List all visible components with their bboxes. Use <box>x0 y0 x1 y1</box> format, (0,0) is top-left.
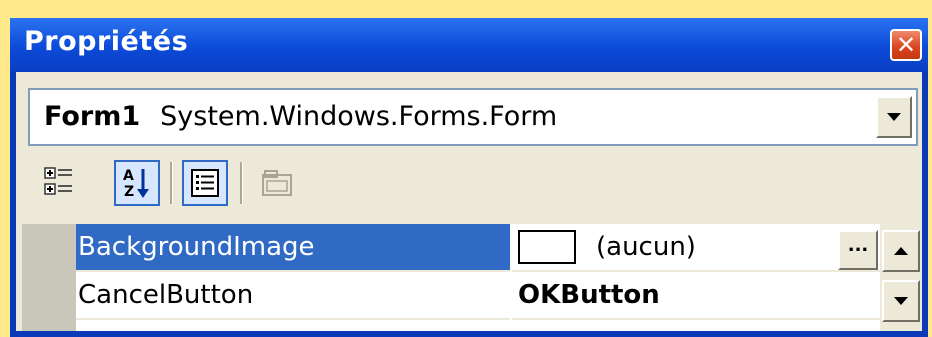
chevron-down-icon <box>887 113 901 121</box>
property-name[interactable]: CancelButton <box>76 272 510 320</box>
alphabetical-sort-icon: A Z <box>123 168 149 200</box>
property-pages-icon <box>262 170 292 196</box>
svg-text:A: A <box>123 168 134 184</box>
close-x-icon: ✕ <box>895 31 917 59</box>
svg-text:Z: Z <box>124 184 134 200</box>
scroll-down-button[interactable] <box>882 280 920 322</box>
toolbar-separator <box>240 162 243 204</box>
alphabetical-button[interactable]: A Z <box>114 160 160 206</box>
vertical-scrollbar[interactable] <box>880 224 922 331</box>
property-name[interactable]: BackgroundImage <box>76 224 510 272</box>
chevron-down-icon <box>894 297 908 305</box>
object-name: Form1 <box>44 101 141 132</box>
properties-button[interactable] <box>182 160 228 206</box>
grid-gutter <box>22 224 76 331</box>
property-row[interactable]: CancelButton OKButton <box>76 272 922 320</box>
ellipsis-button[interactable]: ... <box>838 230 878 270</box>
object-selector[interactable]: Form1 System.Windows.Forms.Form <box>28 88 918 146</box>
property-row[interactable]: BackgroundImage (aucun) ... <box>76 224 922 272</box>
scroll-up-button[interactable] <box>882 230 920 272</box>
properties-window: Propriétés ✕ Form1 System.Windows.Forms.F… <box>10 18 928 337</box>
title-bar[interactable]: Propriétés ✕ <box>10 18 928 72</box>
property-value[interactable]: (aucun) ... <box>512 224 880 272</box>
property-grid: BackgroundImage (aucun) ... CancelButton… <box>22 224 922 331</box>
toolbar-separator <box>170 162 173 204</box>
image-preview-swatch <box>518 230 576 264</box>
toolbar: A Z <box>28 154 918 214</box>
property-value-text: (aucun) <box>596 232 696 262</box>
property-pages-button[interactable] <box>254 160 300 206</box>
categorized-button[interactable] <box>36 160 82 206</box>
property-value-text: OKButton <box>518 280 660 310</box>
properties-panel: Form1 System.Windows.Forms.Form A Z Back… <box>16 72 922 331</box>
object-selector-dropdown-button[interactable] <box>876 96 912 138</box>
property-value[interactable]: OKButton <box>512 272 880 320</box>
properties-icon <box>191 169 219 197</box>
chevron-up-icon <box>894 247 908 255</box>
window-title: Propriétés <box>24 26 189 57</box>
close-button[interactable]: ✕ <box>890 29 922 61</box>
categorized-icon <box>44 167 72 195</box>
object-type: System.Windows.Forms.Form <box>160 101 558 132</box>
